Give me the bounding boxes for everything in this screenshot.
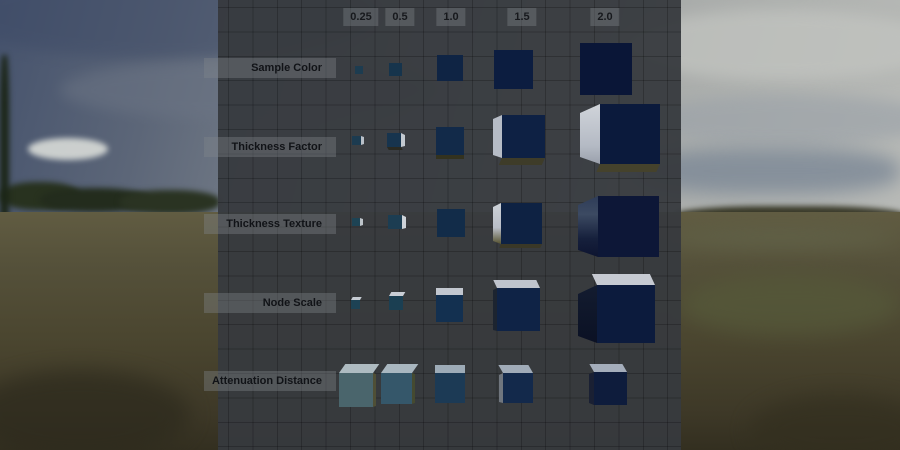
cube-face-front bbox=[437, 55, 463, 81]
cube-face-front bbox=[503, 373, 533, 403]
cube-face-front bbox=[600, 104, 660, 164]
render-viewport[interactable]: 0.25 0.5 1.0 1.5 2.0 Sample Color Thickn… bbox=[0, 0, 900, 450]
cube-face-right bbox=[412, 373, 415, 404]
cube-face-front bbox=[436, 127, 464, 155]
cube-face-right bbox=[373, 373, 376, 407]
cube-face-right bbox=[402, 215, 406, 229]
cube-face-left bbox=[578, 285, 597, 343]
cube-face-front bbox=[502, 115, 545, 158]
cube-face-front bbox=[497, 288, 540, 331]
cube-face-top bbox=[493, 280, 540, 288]
cube-face-front bbox=[355, 66, 363, 74]
cube-face-top bbox=[381, 364, 418, 373]
cube-face-front bbox=[501, 203, 542, 244]
cube-face-front bbox=[594, 372, 627, 405]
cube-face-front bbox=[387, 133, 401, 147]
cube-face-top bbox=[498, 365, 533, 373]
cube-face-top bbox=[435, 365, 465, 373]
cube-face-front bbox=[352, 218, 360, 226]
cube-face-front bbox=[389, 296, 403, 310]
cube-face-front bbox=[381, 373, 412, 404]
cube-face-bottom bbox=[596, 164, 660, 172]
cube-face-left bbox=[493, 203, 501, 244]
cubes-layer bbox=[0, 0, 900, 450]
cube-face-front bbox=[598, 196, 659, 257]
cube-face-front bbox=[580, 43, 632, 95]
cube-face-front bbox=[388, 215, 402, 229]
cube-face-front bbox=[494, 50, 533, 89]
cube-face-top bbox=[436, 288, 463, 295]
cube-face-front bbox=[435, 373, 465, 403]
cube-face-bottom bbox=[436, 155, 464, 159]
cube-face-bottom bbox=[387, 147, 403, 150]
cube-face-right bbox=[360, 218, 363, 226]
cube-face-bottom bbox=[499, 244, 542, 248]
cube-face-front bbox=[389, 63, 402, 76]
cube-face-front bbox=[339, 373, 373, 407]
cube-face-left bbox=[493, 115, 502, 158]
cube-face-top bbox=[339, 364, 379, 373]
cube-face-front bbox=[352, 136, 361, 145]
cube-face-left bbox=[578, 196, 598, 257]
cube-face-left bbox=[580, 104, 600, 164]
cube-face-front bbox=[437, 209, 465, 237]
cube-face-right bbox=[401, 133, 405, 147]
cube-face-front bbox=[436, 295, 463, 322]
cube-face-top bbox=[589, 364, 627, 372]
cube-face-front bbox=[351, 300, 360, 309]
cube-face-front bbox=[597, 285, 655, 343]
cube-face-bottom bbox=[499, 158, 545, 165]
cube-face-right bbox=[361, 136, 364, 145]
cube-face-top bbox=[592, 274, 655, 285]
